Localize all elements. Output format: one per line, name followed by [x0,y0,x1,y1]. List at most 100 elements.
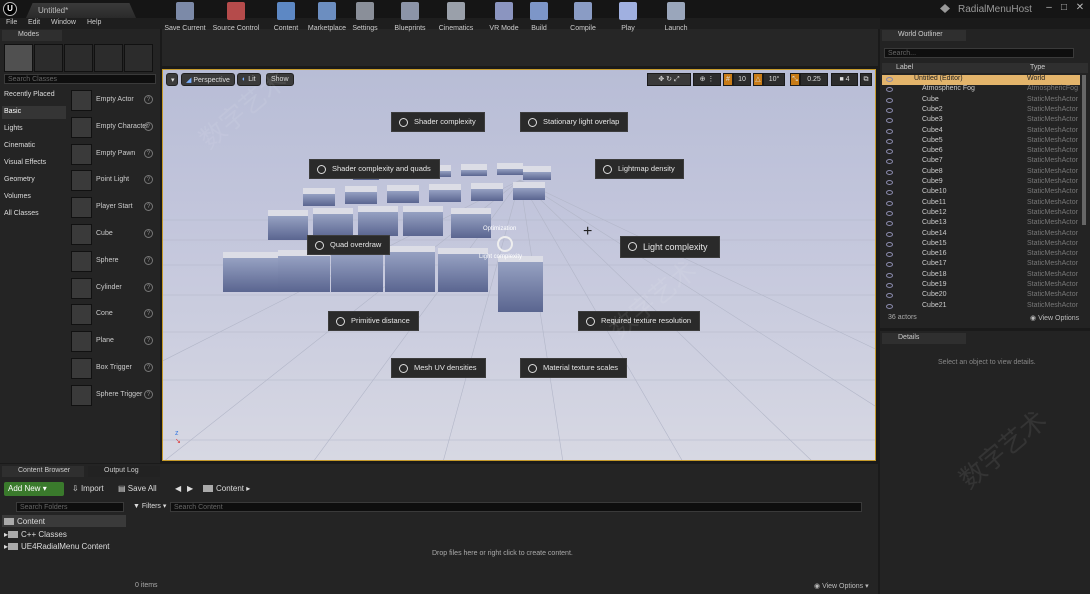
toolbar-button[interactable]: Settings [350,2,380,35]
visibility-eye-icon[interactable] [886,241,893,247]
category-recently-placed[interactable]: Recently Placed [4,91,55,98]
toolbar-button[interactable]: Play [613,2,643,35]
toolbar-button[interactable]: Launch [660,2,692,35]
help-icon[interactable]: ? [144,148,153,158]
visibility-eye-icon[interactable] [886,128,893,134]
help-icon[interactable]: ? [144,175,153,185]
outliner-search-input[interactable]: Search... [884,48,1074,58]
visibility-eye-icon[interactable] [886,107,893,113]
tree-item-cpp-classes[interactable]: ▸ C++ Classes [4,530,67,539]
radial-material-texture-scales[interactable]: Material texture scales [520,358,628,378]
actor-item[interactable]: Player Start? [70,195,158,221]
cube-mesh[interactable] [403,206,443,236]
world-outliner-tab[interactable]: World Outliner [882,30,966,41]
actor-item[interactable]: Cylinder? [70,276,158,302]
outliner-row[interactable]: Cube2 StaticMeshActor [882,106,1080,116]
cube-mesh[interactable] [498,256,543,312]
radial-shader-complexity-quads[interactable]: Shader complexity and quads [309,159,440,179]
add-new-button[interactable]: Add New ▾ [4,482,64,496]
place-mode-icon[interactable] [4,44,33,72]
visibility-eye-icon[interactable] [886,221,893,227]
outliner-scrollbar[interactable] [1082,75,1086,225]
actor-item[interactable]: Empty Character? [70,115,158,141]
visibility-eye-icon[interactable] [886,97,893,103]
menu-help[interactable]: Help [87,19,101,26]
output-log-tab[interactable]: Output Log [88,466,160,477]
help-icon[interactable]: ? [144,255,153,265]
help-icon[interactable]: ? [144,229,153,238]
visibility-eye-icon[interactable] [886,231,893,237]
outliner-row[interactable]: Cube10 StaticMeshActor [882,188,1080,198]
help-icon[interactable]: ? [144,95,153,104]
outliner-row[interactable]: Cube20 StaticMeshActor [882,291,1080,301]
cube-mesh[interactable] [429,184,461,202]
visibility-eye-icon[interactable] [886,77,893,82]
content-view-options[interactable]: ◉ View Options ▾ [814,582,869,590]
category-all-classes[interactable]: All Classes [4,210,39,217]
actor-item[interactable]: Point Light? [70,168,158,194]
minimize-button[interactable]: – [1043,2,1055,13]
outliner-view-options[interactable]: ◉ View Options [1030,314,1079,322]
outliner-row[interactable]: Cube12 StaticMeshActor [882,209,1080,219]
outliner-row[interactable]: Cube15 StaticMeshActor [882,240,1080,250]
help-icon[interactable]: ? [144,309,153,319]
toolbar-button[interactable]: Source Control [210,2,262,35]
import-button[interactable]: ⇩ Import [72,482,104,496]
category-cinematic[interactable]: Cinematic [4,142,35,149]
visibility-eye-icon[interactable] [886,293,893,299]
actor-item[interactable]: Plane? [70,329,158,355]
category-volumes[interactable]: Volumes [4,193,31,200]
toolbar-button[interactable]: Cinematics [436,2,476,35]
help-icon[interactable]: ? [144,121,153,131]
menu-file[interactable]: File [6,19,17,26]
tree-item-radialmenu-content[interactable]: ▸ UE4RadialMenu Content [4,542,110,551]
history-forward-icon[interactable]: ▶ [187,482,193,496]
outliner-row[interactable]: Cube StaticMeshActor [882,96,1080,106]
document-tab[interactable]: Untitled* [26,3,136,18]
toolbar-button[interactable]: Build [525,2,553,35]
toolbar-button[interactable]: Content [270,2,302,35]
visibility-eye-icon[interactable] [886,210,893,216]
outliner-row[interactable]: Cube16 StaticMeshActor [882,250,1080,260]
visibility-eye-icon[interactable] [886,272,893,278]
cube-mesh[interactable] [303,188,335,206]
outliner-row[interactable]: Cube11 StaticMeshActor [882,199,1080,209]
visibility-eye-icon[interactable] [886,169,893,175]
type-column-header[interactable]: Type [1030,64,1045,71]
outliner-row[interactable]: Cube8 StaticMeshActor [882,168,1080,178]
outliner-row[interactable]: Cube4 StaticMeshActor [882,127,1080,137]
visibility-eye-icon[interactable] [886,138,893,144]
actor-item[interactable]: Cube? [70,222,158,248]
menu-edit[interactable]: Edit [28,19,40,26]
outliner-row[interactable]: Cube19 StaticMeshActor [882,281,1080,291]
outliner-row[interactable]: Atmospheric Fog AtmosphericFog [882,85,1080,95]
toolbar-button[interactable]: Marketplace [307,2,347,35]
cube-mesh[interactable] [523,166,551,180]
outliner-row[interactable]: Cube5 StaticMeshActor [882,137,1080,147]
details-tab[interactable]: Details [882,333,966,344]
outliner-row[interactable]: Cube6 StaticMeshActor [882,147,1080,157]
cube-mesh[interactable] [358,206,398,236]
save-all-button[interactable]: ▤ Save All [118,482,157,496]
outliner-row[interactable]: Cube17 StaticMeshActor [882,260,1080,270]
toolbar-button[interactable]: Blueprints [392,2,428,35]
cube-mesh[interactable] [387,185,419,203]
outliner-row[interactable]: Cube7 StaticMeshActor [882,157,1080,167]
outliner-row[interactable]: Cube14 StaticMeshActor [882,230,1080,240]
visibility-eye-icon[interactable] [886,262,893,268]
outliner-row[interactable]: Cube9 StaticMeshActor [882,178,1080,188]
category-geometry[interactable]: Geometry [4,176,35,183]
outliner-row[interactable]: Untitled (Editor) World [882,75,1080,86]
radial-required-texture-resolution[interactable]: Required texture resolution [578,311,701,331]
radial-quad-overdraw[interactable]: Quad overdraw [307,235,391,255]
content-browser-tab[interactable]: Content Browser [2,466,84,477]
outliner-row[interactable]: Cube13 StaticMeshActor [882,219,1080,229]
toolbar-button[interactable]: VR Mode [486,2,522,35]
radial-primitive-distance[interactable]: Primitive distance [328,311,419,331]
cube-mesh[interactable] [461,164,487,176]
actor-item[interactable]: Sphere? [70,249,158,275]
cube-mesh[interactable] [313,208,353,238]
toolbar-button[interactable]: Save Current [163,2,207,35]
path-breadcrumb[interactable]: Content ▸ [203,482,250,496]
cube-mesh[interactable] [223,252,278,292]
